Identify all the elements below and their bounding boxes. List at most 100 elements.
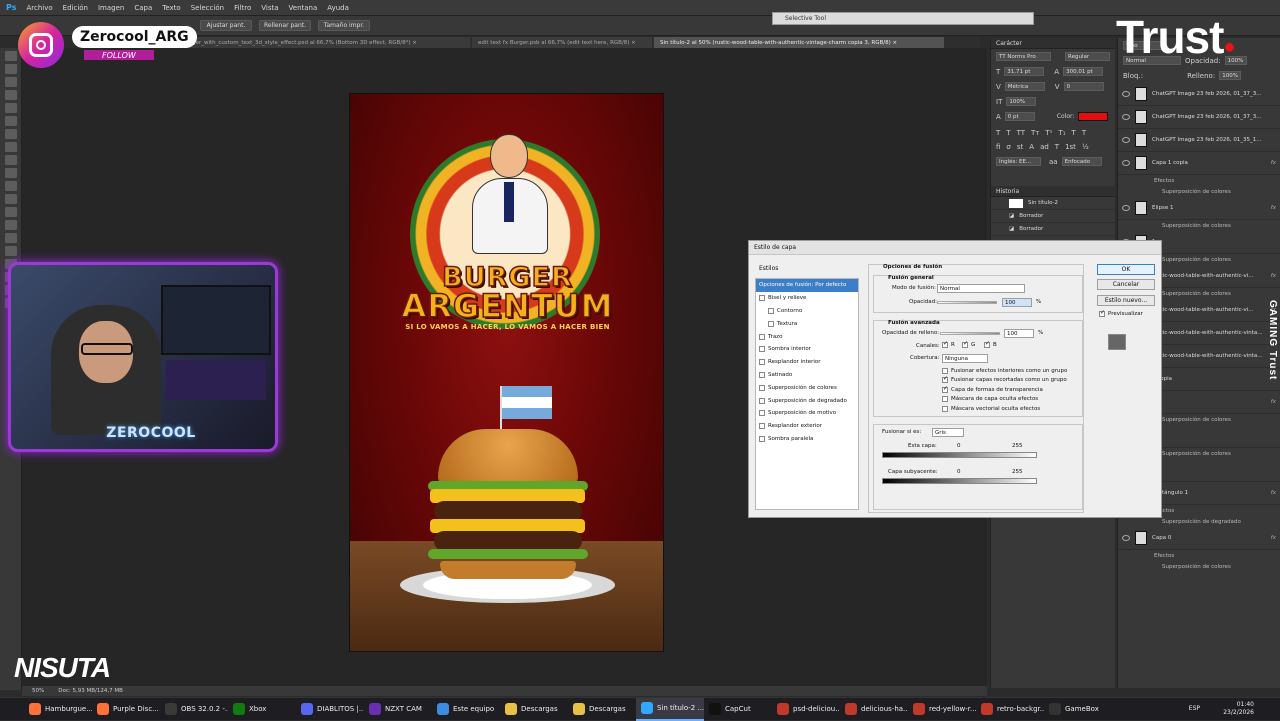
subscript-icon[interactable]: T₁ — [1058, 129, 1065, 137]
advanced-option[interactable]: Máscara vectorial oculta efectos — [942, 404, 1067, 414]
advanced-option-checkbox[interactable] — [942, 405, 948, 412]
allcaps-icon[interactable]: TT — [1017, 129, 1025, 137]
print-size-button[interactable]: Tamaño impr. — [318, 20, 370, 31]
style-item[interactable]: Bisel y relieve — [756, 292, 858, 305]
zoom-level[interactable]: 50% — [32, 688, 44, 694]
taskbar-app[interactable]: GameBox — [1044, 698, 1112, 721]
underlying-gradient[interactable] — [882, 478, 1037, 484]
kerning-field[interactable]: Métrica — [1004, 82, 1045, 91]
style-checkbox[interactable] — [768, 307, 774, 314]
menu-capa[interactable]: Capa — [134, 4, 152, 12]
preview-toggle[interactable]: Previsualizar — [1099, 309, 1143, 317]
history-snapshot[interactable]: Sin título-2 — [991, 197, 1116, 210]
style-checkbox[interactable] — [759, 435, 765, 442]
style-item[interactable]: Trazo — [756, 330, 858, 343]
channel-g[interactable]: G — [962, 340, 975, 348]
brush-tool-icon[interactable] — [5, 142, 17, 152]
blur-tool-icon[interactable] — [5, 207, 17, 217]
pen-tool-icon[interactable] — [5, 233, 17, 243]
menu-imagen[interactable]: Imagen — [98, 4, 124, 12]
style-item[interactable]: Textura — [756, 317, 858, 330]
layer-effect-item[interactable]: Superposición de colores — [1118, 561, 1280, 572]
underline-icon[interactable]: T — [1072, 129, 1076, 137]
tracking-field[interactable]: 0 — [1063, 82, 1104, 91]
stylistic-icon[interactable]: A — [1029, 143, 1034, 151]
blend-mode-select[interactable]: Normal — [937, 284, 1025, 293]
advanced-option-checkbox[interactable] — [942, 385, 948, 393]
stamp-tool-icon[interactable] — [5, 155, 17, 165]
dodge-tool-icon[interactable] — [5, 220, 17, 230]
layer-fx-icon[interactable]: fx — [1271, 273, 1276, 279]
style-item[interactable]: Sombra interior — [756, 343, 858, 356]
visibility-eye-icon[interactable] — [1122, 535, 1130, 541]
layer-row[interactable]: Capa 0 fx — [1118, 527, 1280, 550]
ordinal-icon[interactable]: T — [1055, 143, 1059, 151]
baseline-field[interactable]: 0 pt — [1004, 112, 1035, 121]
taskbar-app[interactable]: Sin título-2 ... — [636, 697, 704, 721]
style-item[interactable]: Sombra paralela — [756, 433, 858, 446]
style-checkbox[interactable] — [759, 397, 765, 404]
antialias-select[interactable]: Enfocado — [1061, 157, 1102, 166]
style-checkbox[interactable] — [759, 410, 765, 417]
eraser-tool-icon[interactable] — [5, 181, 17, 191]
layer-effect-item[interactable]: Superposición de colores — [1118, 220, 1280, 231]
font-size-field[interactable]: 31,71 pt — [1004, 67, 1045, 76]
layer-fx-icon[interactable]: fx — [1271, 535, 1276, 541]
layer-effect-item[interactable]: Efectos — [1118, 175, 1280, 186]
style-item[interactable]: Opciones de fusión: Por defecto — [756, 279, 858, 292]
knockout-select[interactable]: Ninguna — [942, 354, 988, 363]
history-item[interactable]: ◪ Borrador — [991, 210, 1116, 223]
channel-b-checkbox[interactable] — [984, 340, 990, 348]
style-checkbox[interactable] — [759, 346, 765, 353]
style-checkbox[interactable] — [759, 371, 765, 378]
font-family-select[interactable]: TT Norms Pro — [996, 52, 1051, 61]
taskbar-app[interactable]: Xbox — [228, 698, 296, 721]
taskbar-app[interactable]: Descargas — [568, 698, 636, 721]
titling-icon[interactable]: ad — [1040, 143, 1049, 151]
text-color-swatch[interactable] — [1078, 112, 1109, 121]
advanced-option-checkbox[interactable] — [942, 375, 948, 384]
style-checkbox[interactable] — [768, 320, 774, 327]
language-indicator[interactable]: ESP — [1189, 705, 1200, 712]
lasso-tool-icon[interactable] — [5, 77, 17, 87]
layer-row[interactable]: ChatGPT Image 23 feb 2026, 01_37_3... — [1118, 83, 1280, 106]
fit-screen-button[interactable]: Ajustar pant. — [200, 20, 252, 31]
menu-vista[interactable]: Vista — [261, 4, 278, 12]
fill-opacity-slider[interactable] — [940, 332, 1000, 335]
cancel-button[interactable]: Cancelar — [1097, 279, 1155, 290]
healing-tool-icon[interactable] — [5, 129, 17, 139]
type-tool-icon[interactable] — [5, 246, 17, 256]
advanced-option-checkbox[interactable] — [942, 396, 948, 403]
taskbar-app[interactable]: Hamburgue... — [24, 698, 92, 721]
layer-fx-icon[interactable]: fx — [1271, 205, 1276, 211]
menu-edicion[interactable]: Edición — [63, 4, 88, 12]
taskbar-app[interactable]: CapCut — [704, 698, 772, 721]
layer-effect-item[interactable]: Efectos — [1118, 550, 1280, 561]
menu-archivo[interactable]: Archivo — [26, 4, 52, 12]
taskbar-app[interactable]: Purple Disc... — [92, 698, 160, 721]
channel-g-checkbox[interactable] — [962, 340, 968, 348]
blend-if-select[interactable]: Gris — [932, 428, 964, 437]
menu-ayuda[interactable]: Ayuda — [327, 4, 349, 12]
taskbar-app[interactable]: NZXT CAM — [364, 698, 432, 721]
taskbar-app[interactable]: OBS 32.0.2 -... — [160, 698, 228, 721]
fraction-icon[interactable]: 1st — [1065, 143, 1076, 151]
style-checkbox[interactable] — [759, 333, 765, 340]
crop-tool-icon[interactable] — [5, 103, 17, 113]
layer-effect-item[interactable]: Superposición de colores — [1118, 186, 1280, 197]
font-style-select[interactable]: Regular — [1065, 52, 1110, 61]
style-item[interactable]: Contorno — [756, 305, 858, 318]
history-item[interactable]: ◪ Borrador — [991, 223, 1116, 236]
style-checkbox[interactable] — [759, 423, 765, 430]
oldstyle-icon[interactable]: σ — [1006, 143, 1010, 151]
bold-icon[interactable]: T — [996, 129, 1000, 137]
layer-row[interactable]: ChatGPT Image 23 feb 2026, 01_37_3... — [1118, 106, 1280, 129]
visibility-eye-icon[interactable] — [1122, 160, 1130, 166]
advanced-option-checkbox[interactable] — [942, 367, 948, 374]
taskbar-app[interactable]: DIABLITOS |... — [296, 698, 364, 721]
new-style-button[interactable]: Estilo nuevo... — [1097, 295, 1155, 306]
preview-checkbox[interactable] — [1099, 309, 1105, 317]
this-layer-gradient[interactable] — [882, 452, 1037, 458]
vertical-scale-field[interactable]: 100% — [1006, 97, 1037, 106]
layer-row[interactable]: ChatGPT Image 23 feb 2026, 01_35_1... — [1118, 129, 1280, 152]
